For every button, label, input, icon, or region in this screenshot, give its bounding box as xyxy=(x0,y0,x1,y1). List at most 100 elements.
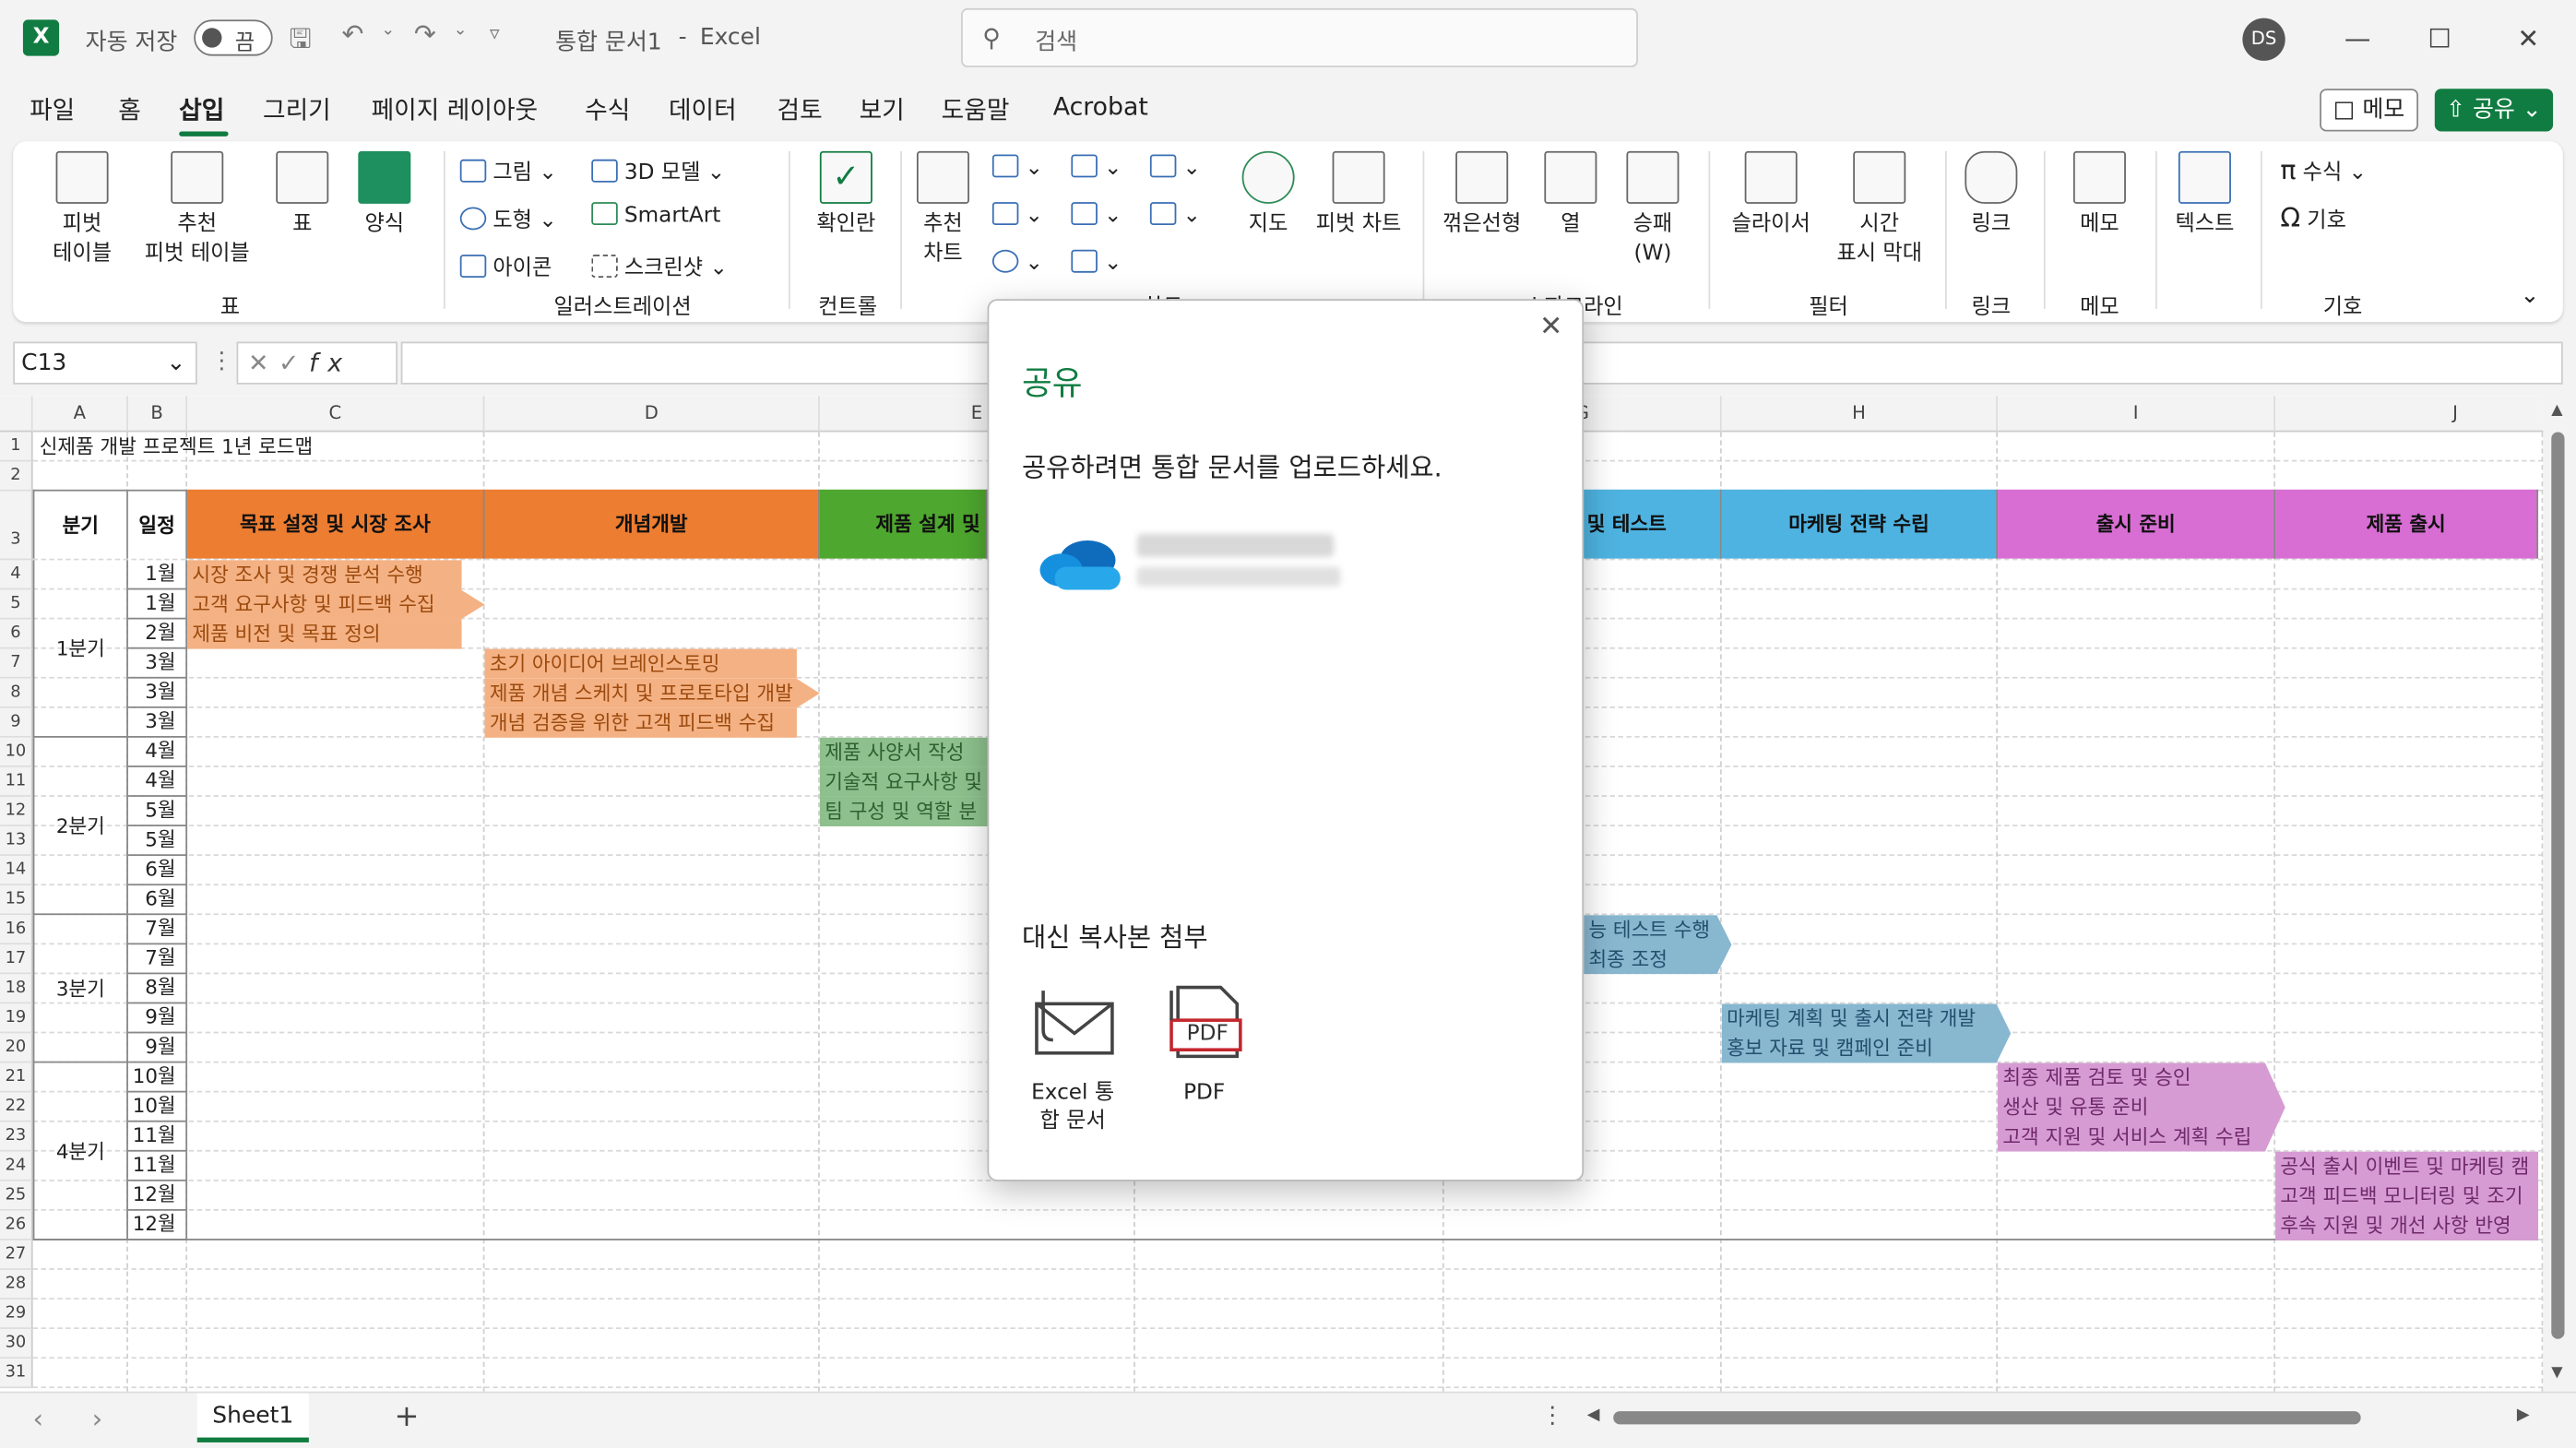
tab-data[interactable]: 데이터 xyxy=(669,92,737,126)
line-chart-button[interactable]: ⌄ xyxy=(991,202,1043,229)
sparkline-winloss-button[interactable]: 승패 (W) xyxy=(1620,150,1685,269)
attach-pdf-option[interactable]: PDF PDF xyxy=(1150,984,1259,1148)
header-quarter[interactable]: 분기 xyxy=(32,489,128,559)
column-header-a[interactable]: A xyxy=(32,396,128,433)
task-bar[interactable]: 제품 비전 및 목표 정의 xyxy=(187,619,462,649)
month-cell[interactable]: 3월 xyxy=(127,678,188,708)
shapes-button[interactable]: 도형 ⌄ xyxy=(459,202,557,233)
icons-button[interactable]: 아이콘 xyxy=(459,250,552,281)
tab-review[interactable]: 검토 xyxy=(778,92,823,126)
tab-help[interactable]: 도움말 xyxy=(942,92,1010,126)
header-launch[interactable]: 제품 출시 xyxy=(2275,489,2539,559)
attach-excel-option[interactable]: Excel 통 합 문서 xyxy=(1018,984,1127,1148)
row-header[interactable]: 17 xyxy=(0,944,33,975)
month-cell[interactable]: 6월 xyxy=(127,885,188,916)
row-header[interactable]: 16 xyxy=(0,915,33,945)
quarter-cell[interactable]: 2분기 xyxy=(32,737,128,916)
header-goal-research[interactable]: 목표 설정 및 시장 조사 xyxy=(187,489,485,559)
row-header[interactable]: 4 xyxy=(0,560,33,590)
column-chart-button[interactable]: ⌄ xyxy=(991,154,1043,181)
row-header[interactable]: 21 xyxy=(0,1062,33,1093)
sparkline-line-button[interactable]: 꺾은선형 xyxy=(1432,150,1531,240)
header-testing[interactable]: 및 테스트 xyxy=(1584,489,1722,559)
quarter-cell[interactable]: 1분기 xyxy=(32,560,128,738)
row-header[interactable]: 2 xyxy=(0,461,33,492)
text-button[interactable]: 텍스트 xyxy=(2168,150,2240,240)
tab-home[interactable]: 홈 xyxy=(118,92,141,126)
month-cell[interactable]: 7월 xyxy=(127,915,188,945)
table-button[interactable]: 표 xyxy=(273,150,332,240)
recommended-charts-button[interactable]: 추천 차트 xyxy=(910,150,976,269)
select-all-corner[interactable] xyxy=(0,396,33,433)
tab-file[interactable]: 파일 xyxy=(30,92,75,126)
task-bar[interactable]: 제품 사양서 작성 xyxy=(819,737,988,767)
recommended-pivot-button[interactable]: 추천 피벗 테이블 xyxy=(135,150,259,269)
customize-qat-icon[interactable]: ▿ xyxy=(490,21,500,44)
month-cell[interactable]: 11월 xyxy=(127,1122,188,1152)
fx-icon[interactable]: fx xyxy=(309,349,352,378)
vertical-scroll-thumb[interactable] xyxy=(2551,432,2565,1339)
column-header-b[interactable]: B xyxy=(127,396,188,433)
row-header[interactable]: 12 xyxy=(0,796,33,826)
tab-acrobat[interactable]: Acrobat xyxy=(1053,92,1148,122)
row-header[interactable]: 8 xyxy=(0,678,33,708)
search-box[interactable]: ⚲ 검색 xyxy=(961,7,1638,68)
month-cell[interactable]: 5월 xyxy=(127,796,188,826)
row-header[interactable]: 27 xyxy=(0,1240,33,1270)
scroll-left-icon[interactable]: ◀ xyxy=(1587,1406,1600,1425)
share-button[interactable]: ⇧ 공유 ⌄ xyxy=(2434,89,2554,132)
cancel-icon[interactable]: ✕ xyxy=(248,349,279,378)
row-header[interactable]: 31 xyxy=(0,1359,33,1389)
task-bar[interactable]: 팀 구성 및 역할 분 xyxy=(819,796,988,826)
horizontal-scroll-thumb[interactable] xyxy=(1613,1411,2361,1425)
scroll-down-icon[interactable]: ▼ xyxy=(2551,1365,2562,1382)
search-input[interactable]: 검색 xyxy=(1035,25,1077,58)
header-marketing[interactable]: 마케팅 전략 수립 xyxy=(1721,489,1998,559)
close-icon[interactable]: ✕ xyxy=(1539,311,1562,344)
maps-button[interactable]: 지도 xyxy=(1236,150,1301,240)
month-cell[interactable]: 4월 xyxy=(127,737,188,767)
undo-dropdown-icon[interactable]: ⌄ xyxy=(381,21,395,40)
row-header[interactable]: 15 xyxy=(0,885,33,916)
row-header[interactable]: 19 xyxy=(0,1003,33,1034)
add-sheet-button[interactable]: + xyxy=(395,1400,420,1434)
month-cell[interactable]: 12월 xyxy=(127,1210,188,1240)
row-header[interactable]: 1 xyxy=(0,432,33,462)
month-cell[interactable]: 9월 xyxy=(127,1033,188,1063)
month-cell[interactable]: 3월 xyxy=(127,648,188,679)
comment-button[interactable]: 메모 xyxy=(2063,150,2135,240)
timeline-button[interactable]: 시간 표시 막대 xyxy=(1827,150,1932,269)
header-schedule[interactable]: 일정 xyxy=(127,489,188,559)
tab-insert[interactable]: 삽입 xyxy=(179,92,224,126)
month-cell[interactable]: 4월 xyxy=(127,766,188,797)
task-bar-group[interactable]: 최종 제품 검토 및 승인 생산 및 유통 준비 고객 지원 및 서비스 계획 … xyxy=(1998,1062,2285,1152)
task-bar-group[interactable]: 마케팅 계획 및 출시 전략 개발 홍보 자료 및 캠페인 준비 xyxy=(1721,1003,2012,1063)
month-cell[interactable]: 9월 xyxy=(127,1003,188,1034)
hierarchy-chart-button[interactable]: ⌄ xyxy=(1071,154,1122,181)
more-icon[interactable]: ⋮ xyxy=(210,349,233,375)
task-bar-group[interactable]: 공식 출시 이벤트 및 마케팅 캠 고객 피드백 모니터링 및 조기 후속 지원… xyxy=(2275,1151,2539,1240)
row-header[interactable]: 9 xyxy=(0,707,33,738)
quarter-cell[interactable]: 3분기 xyxy=(32,915,128,1063)
month-cell[interactable]: 10월 xyxy=(127,1062,188,1093)
sparkline-column-button[interactable]: 열 xyxy=(1541,150,1600,240)
sheet-title[interactable]: 신제품 개발 프로젝트 1년 로드맵 xyxy=(40,432,313,461)
redo-icon[interactable]: ↷ xyxy=(414,18,436,50)
task-bar[interactable]: 개념 검증을 위한 고객 피드백 수집 xyxy=(484,707,797,738)
statistic-chart-button[interactable]: ⌄ xyxy=(1071,202,1122,229)
task-bar[interactable]: 기술적 요구사항 및 xyxy=(819,766,988,797)
month-cell[interactable]: 1월 xyxy=(127,589,188,620)
autosave-toggle[interactable]: 끔 xyxy=(194,19,273,56)
task-bar[interactable]: 고객 요구사항 및 피드백 수집 xyxy=(187,589,485,620)
tab-draw[interactable]: 그리기 xyxy=(263,92,331,126)
column-header-d[interactable]: D xyxy=(484,396,820,433)
month-cell[interactable]: 5월 xyxy=(127,825,188,857)
tab-formulas[interactable]: 수식 xyxy=(585,92,630,126)
quarter-cell[interactable]: 4분기 xyxy=(32,1062,128,1240)
month-cell[interactable]: 8월 xyxy=(127,974,188,1004)
month-cell[interactable]: 3월 xyxy=(127,707,188,738)
scroll-up-icon[interactable]: ▲ xyxy=(2551,402,2562,419)
pivot-chart-button[interactable]: 피벗 차트 xyxy=(1304,150,1413,240)
vertical-scrollbar[interactable]: ▲ ▼ xyxy=(2543,396,2576,1392)
row-header[interactable]: 14 xyxy=(0,856,33,886)
